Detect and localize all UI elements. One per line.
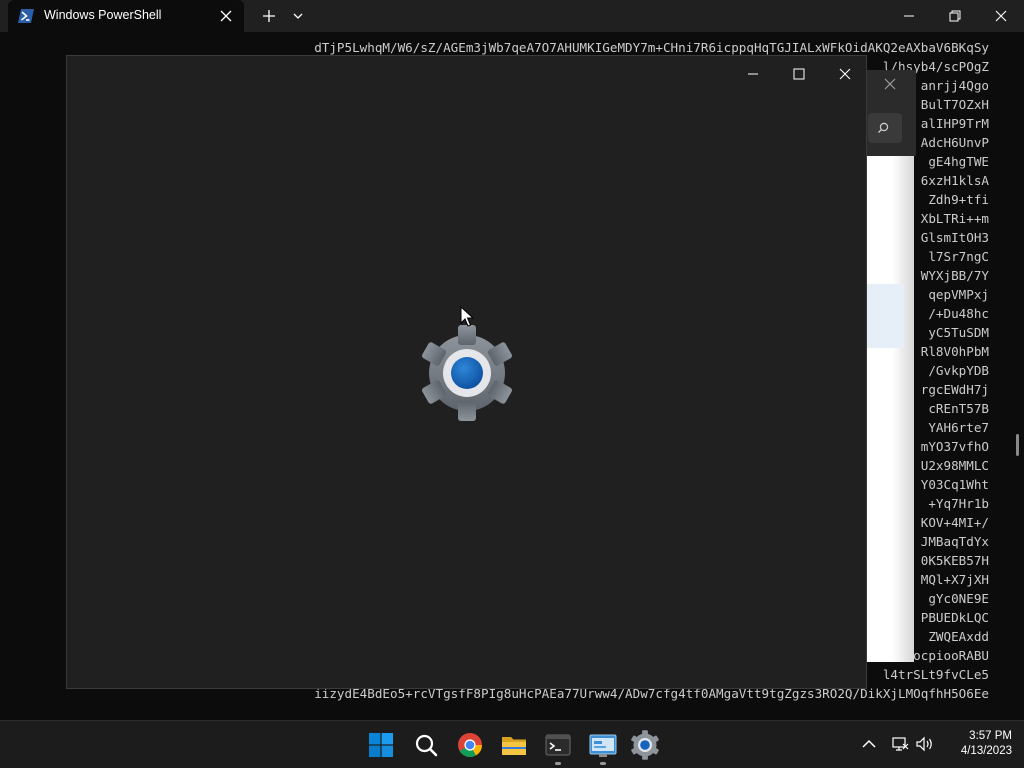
terminal-line: U2x98MMLC: [920, 458, 989, 473]
new-tab-plus-icon[interactable]: [259, 6, 279, 26]
chrome-button[interactable]: [454, 729, 486, 761]
search-icon: [415, 734, 438, 757]
terminal-line: Zdh9+tfi: [928, 192, 989, 207]
taskbar: 3:57 PM 4/13/2023: [0, 720, 1024, 768]
search-button[interactable]: [410, 729, 442, 761]
control-panel-running-indicator: [600, 762, 606, 765]
terminal-line: qepVMPxj: [928, 287, 989, 302]
clock-date: 4/13/2023: [960, 745, 1012, 757]
powershell-icon: [18, 9, 34, 23]
terminal-line: GlsmItOH3: [920, 230, 989, 245]
background-window-close-icon[interactable]: [882, 76, 898, 92]
terminal-line: 0K5KEB57H: [920, 553, 989, 568]
terminal-line: /GvkpYDB: [928, 363, 989, 378]
terminal-line: /+Du48hc: [928, 306, 989, 321]
settings-button[interactable]: [629, 729, 661, 761]
terminal-line: l4trSLt9fvCLe5: [882, 667, 989, 682]
settings-gear-icon: [422, 325, 512, 421]
terminal-tab-powershell[interactable]: Windows PowerShell: [8, 0, 244, 32]
clock-time: 3:57 PM: [969, 730, 1012, 742]
background-window-search-button[interactable]: [868, 113, 902, 143]
settings-maximize-button[interactable]: [776, 58, 822, 90]
clock[interactable]: 3:57 PM 4/13/2023: [930, 729, 1012, 759]
tab-close-icon[interactable]: [218, 8, 234, 24]
gear-icon: [631, 730, 659, 760]
mouse-cursor-icon: [460, 306, 474, 327]
terminal-line: Rl8V0hPbM: [920, 344, 989, 359]
tab-title: Windows PowerShell: [44, 8, 162, 22]
terminal-line: mYO37vfhO: [920, 439, 989, 454]
tab-dropdown-chevron-icon[interactable]: [290, 8, 306, 24]
chrome-icon: [458, 733, 482, 758]
settings-close-button[interactable]: [822, 58, 868, 90]
terminal-line: BulT7OZxH: [920, 97, 989, 112]
terminal-line: 6xzH1klsA: [920, 173, 989, 188]
terminal-line: yC5TuSDM: [928, 325, 989, 340]
settings-minimize-button[interactable]: [730, 58, 776, 90]
terminal-line: gYc0NE9E: [928, 591, 989, 606]
terminal-minimize-button[interactable]: [886, 0, 932, 32]
terminal-line: KOV+4MI+/: [920, 515, 989, 530]
start-button[interactable]: [365, 729, 397, 761]
terminal-tab-bar: Windows PowerShell: [0, 0, 1024, 32]
terminal-line: ZWQEAxdd: [928, 629, 989, 644]
terminal-line: PBUEDkLQC: [920, 610, 989, 625]
folder-icon: [502, 737, 526, 755]
terminal-line: l7Sr7ngC: [928, 249, 989, 264]
terminal-line: JMBaqTdYx: [920, 534, 989, 549]
file-explorer-button[interactable]: [498, 729, 530, 761]
terminal-line: Y03Cq1Wht: [920, 477, 989, 492]
terminal-line: rgcEWdH7j: [920, 382, 989, 397]
terminal-running-indicator: [555, 762, 561, 765]
terminal-line: +Yq7Hr1b: [928, 496, 989, 511]
control-panel-icon: [589, 734, 617, 757]
background-window: [866, 70, 916, 662]
terminal-restore-button[interactable]: [932, 0, 978, 32]
terminal-line: anrjj4Qgo: [920, 78, 989, 93]
terminal-line: alIHP9TrM: [920, 116, 989, 131]
terminal-line: ocpiooRABU: [913, 648, 989, 663]
control-panel-button[interactable]: [587, 729, 619, 761]
terminal-icon: [545, 734, 571, 756]
show-hidden-icons-chevron-icon[interactable]: [860, 735, 878, 753]
terminal-line: YAH6rte7: [928, 420, 989, 435]
terminal-line: MQl+X7jXH: [920, 572, 989, 587]
windows-logo-icon: [369, 733, 393, 757]
search-icon: [878, 122, 889, 133]
terminal-close-button[interactable]: [978, 0, 1024, 32]
background-window-content: [866, 156, 914, 662]
terminal-button[interactable]: [542, 729, 574, 761]
terminal-line: XbLTRi++m: [920, 211, 989, 226]
terminal-scrollbar[interactable]: [1016, 434, 1019, 456]
terminal-line: AdcH6UnvP: [920, 135, 989, 150]
network-icon[interactable]: [891, 735, 909, 753]
terminal-line: WYXjBB/7Y: [920, 268, 989, 283]
terminal-line: gE4hgTWE: [928, 154, 989, 169]
background-window-selected-item: [866, 284, 904, 348]
terminal-line: cREnT57B: [928, 401, 989, 416]
settings-splash-window: [66, 55, 867, 689]
background-window-titlebar: [866, 70, 916, 156]
